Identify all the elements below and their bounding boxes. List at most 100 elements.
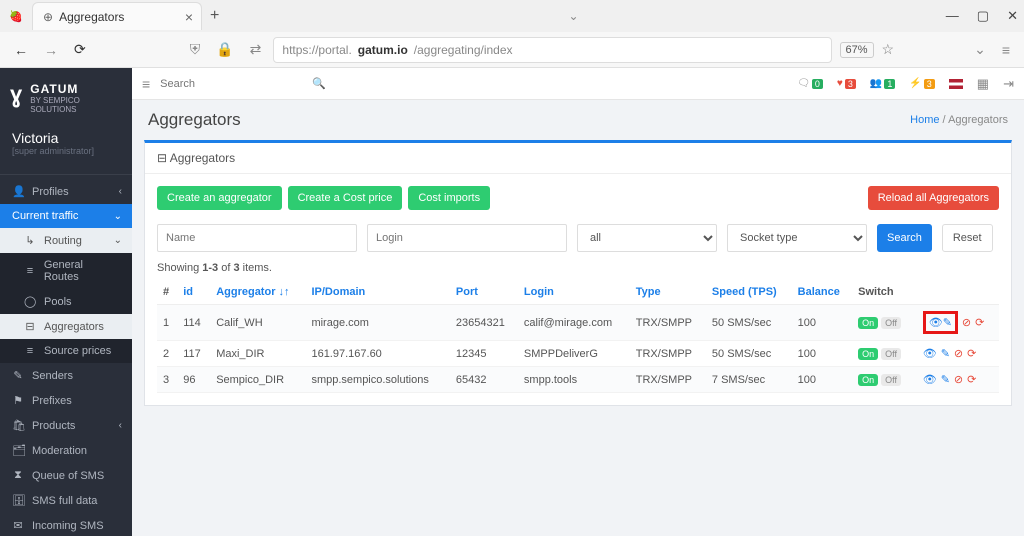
nav-reload-icon[interactable]: ⟳	[70, 39, 90, 60]
table-cell: 100	[792, 305, 853, 341]
table-cell: TRX/SMPP	[630, 341, 706, 367]
brand-subtitle: BY SEMPICO SOLUTIONS	[10, 96, 122, 114]
window-maximize-icon[interactable]: ▢	[977, 8, 989, 24]
search-icon[interactable]: 🔍	[312, 77, 326, 90]
products-icon: 🛍	[12, 419, 24, 432]
view-icon[interactable]: 👁	[929, 316, 943, 329]
sidebar-item-incoming[interactable]: ✉Incoming SMS	[0, 513, 132, 536]
col-type[interactable]: Type	[630, 280, 706, 305]
sidebar-toggle-icon[interactable]: ≡	[142, 76, 150, 92]
reload-all-button[interactable]: Reload all Aggregators	[868, 186, 999, 210]
search-button[interactable]: Search	[877, 224, 932, 252]
switch-cell[interactable]: OnOff	[852, 305, 917, 341]
data-icon: 🗄	[12, 494, 24, 507]
permissions-icon[interactable]: ⇄	[246, 39, 266, 60]
create-cost-price-button[interactable]: Create a Cost price	[288, 186, 403, 210]
badge-b[interactable]: ♥3	[837, 78, 856, 89]
badge-a[interactable]: 🗨0	[797, 78, 823, 89]
view-icon[interactable]: 👁	[923, 373, 937, 386]
routes-icon: ≡	[24, 265, 36, 277]
sidebar-item-senders[interactable]: ✎Senders	[0, 363, 132, 388]
view-icon[interactable]: 👁	[923, 347, 937, 360]
actions-cell: 👁 ✎ ⊘ ⟳	[917, 341, 999, 367]
sidebar-item-general-routes[interactable]: ≡General Routes	[0, 253, 132, 289]
sidebar-item-source-prices[interactable]: ≡Source prices	[0, 339, 132, 363]
sidebar-item-queue[interactable]: ⧗Queue of SMS	[0, 463, 132, 488]
sidebar-item-profiles[interactable]: 👤Profiles‹	[0, 179, 132, 204]
window-close-icon[interactable]: ✕	[1007, 8, 1018, 24]
browser-tab[interactable]: ⊕ Aggregators ×	[32, 2, 202, 30]
senders-icon: ✎	[12, 369, 24, 382]
highlighted-actions: 👁✎	[923, 311, 958, 334]
col-ip[interactable]: IP/Domain	[305, 280, 449, 305]
top-search-input[interactable]	[160, 78, 302, 90]
col-login[interactable]: Login	[518, 280, 630, 305]
sidebar-item-full-data[interactable]: 🗄SMS full data	[0, 488, 132, 513]
reload-icon[interactable]: ⟳	[967, 347, 976, 360]
create-aggregator-button[interactable]: Create an aggregator	[157, 186, 282, 210]
sidebar-item-aggregators[interactable]: ⊟Aggregators	[0, 314, 132, 339]
grid-apps-icon[interactable]: ▦	[977, 76, 989, 92]
zoom-level[interactable]: 67%	[840, 42, 874, 58]
bookmark-star-icon[interactable]: ☆	[882, 41, 895, 58]
edit-icon[interactable]: ✎	[943, 316, 952, 329]
cost-imports-button[interactable]: Cost imports	[408, 186, 490, 210]
breadcrumb-home[interactable]: Home	[910, 114, 939, 126]
sidebar-item-routing[interactable]: ↳Routing⌄	[0, 228, 132, 253]
badge-d[interactable]: ⚡3	[909, 78, 934, 89]
col-id[interactable]: id	[177, 280, 210, 305]
table-cell: 7 SMS/sec	[706, 367, 792, 393]
locale-flag-icon[interactable]	[949, 79, 963, 89]
app-menu-icon[interactable]: ≡	[998, 40, 1014, 60]
switch-on[interactable]: On	[858, 348, 878, 360]
tab-favicon: ⊕	[43, 10, 53, 24]
col-aggregator[interactable]: Aggregator ↓↑	[210, 280, 305, 305]
nav-back-icon[interactable]: ←	[10, 40, 32, 60]
switch-off[interactable]: Off	[881, 348, 901, 360]
sort-asc-icon: ↓↑	[279, 286, 290, 298]
sidebar-item-prefixes[interactable]: ⚑Prefixes	[0, 388, 132, 413]
switch-cell[interactable]: OnOff	[852, 341, 917, 367]
routing-icon: ↳	[24, 234, 36, 247]
sidebar-label: Routing	[44, 235, 82, 247]
delete-icon[interactable]: ⊘	[962, 316, 971, 329]
col-speed[interactable]: Speed (TPS)	[706, 280, 792, 305]
switch-cell[interactable]: OnOff	[852, 367, 917, 393]
edit-icon[interactable]: ✎	[941, 373, 950, 386]
sidebar-label: Current traffic	[12, 210, 78, 222]
url-input[interactable]: https://portal.gatum.io/aggregating/inde…	[273, 37, 831, 63]
new-tab-button[interactable]: +	[210, 7, 219, 25]
reload-icon[interactable]: ⟳	[975, 316, 984, 329]
filter-name-input[interactable]	[157, 224, 357, 252]
switch-on[interactable]: On	[858, 374, 878, 386]
switch-off[interactable]: Off	[881, 374, 901, 386]
pocket-icon[interactable]: ⌄	[970, 39, 990, 60]
shield-icon[interactable]: ⛨	[186, 39, 205, 60]
reset-button[interactable]: Reset	[942, 224, 993, 252]
edit-icon[interactable]: ✎	[941, 347, 950, 360]
reload-icon[interactable]: ⟳	[967, 373, 976, 386]
col-actions	[917, 280, 999, 305]
switch-off[interactable]: Off	[881, 317, 901, 329]
delete-icon[interactable]: ⊘	[954, 347, 963, 360]
tabs-dropdown-icon[interactable]: ⌄	[569, 9, 579, 23]
badge-c[interactable]: 👥1	[870, 78, 895, 89]
filter-socket-select[interactable]: Socket type	[727, 224, 867, 252]
sidebar-item-pools[interactable]: ◯Pools	[0, 289, 132, 314]
tab-close-icon[interactable]: ×	[185, 9, 193, 25]
col-port[interactable]: Port	[450, 280, 518, 305]
logout-icon[interactable]: ⇥	[1003, 76, 1014, 92]
table-cell: 23654321	[450, 305, 518, 341]
table-cell: 12345	[450, 341, 518, 367]
filter-login-input[interactable]	[367, 224, 567, 252]
table-cell: 3	[157, 367, 177, 393]
window-minimize-icon[interactable]: —	[946, 8, 959, 24]
delete-icon[interactable]: ⊘	[954, 373, 963, 386]
col-balance[interactable]: Balance	[792, 280, 853, 305]
switch-on[interactable]: On	[858, 317, 878, 329]
sidebar-item-current-traffic[interactable]: Current traffic⌄	[0, 204, 132, 228]
table-cell: 161.97.167.60	[305, 341, 449, 367]
sidebar-item-products[interactable]: 🛍Products‹	[0, 413, 132, 438]
sidebar-item-moderation[interactable]: 🗂Moderation	[0, 438, 132, 463]
filter-all-select[interactable]: all	[577, 224, 717, 252]
